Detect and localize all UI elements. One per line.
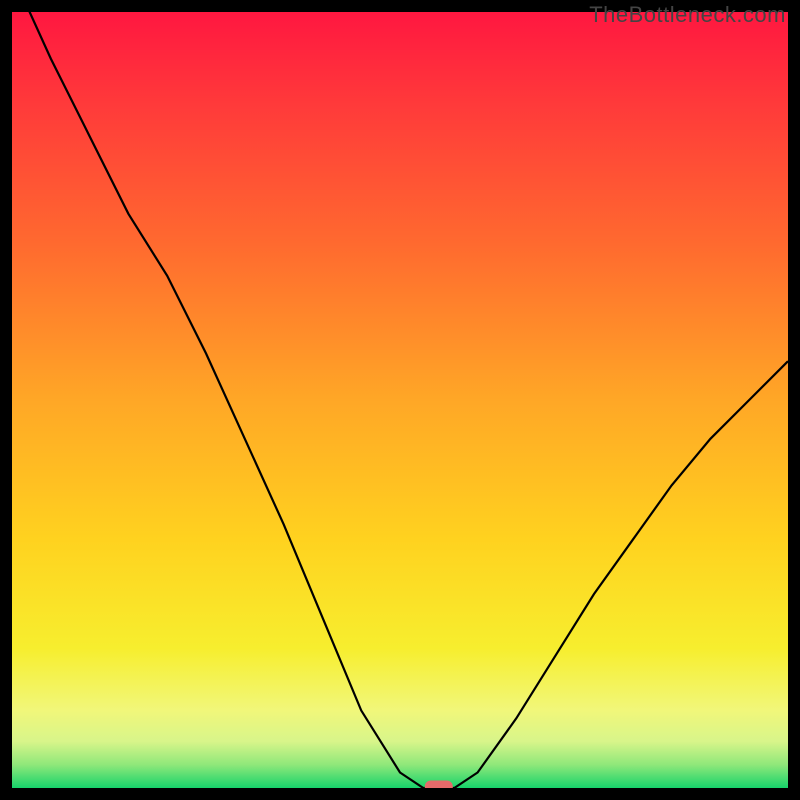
- chart-plot-area: [12, 12, 788, 788]
- watermark-text: TheBottleneck.com: [589, 2, 786, 28]
- bottleneck-chart: [12, 12, 788, 788]
- gradient-background: [12, 12, 788, 788]
- optimal-marker-icon: [425, 781, 453, 789]
